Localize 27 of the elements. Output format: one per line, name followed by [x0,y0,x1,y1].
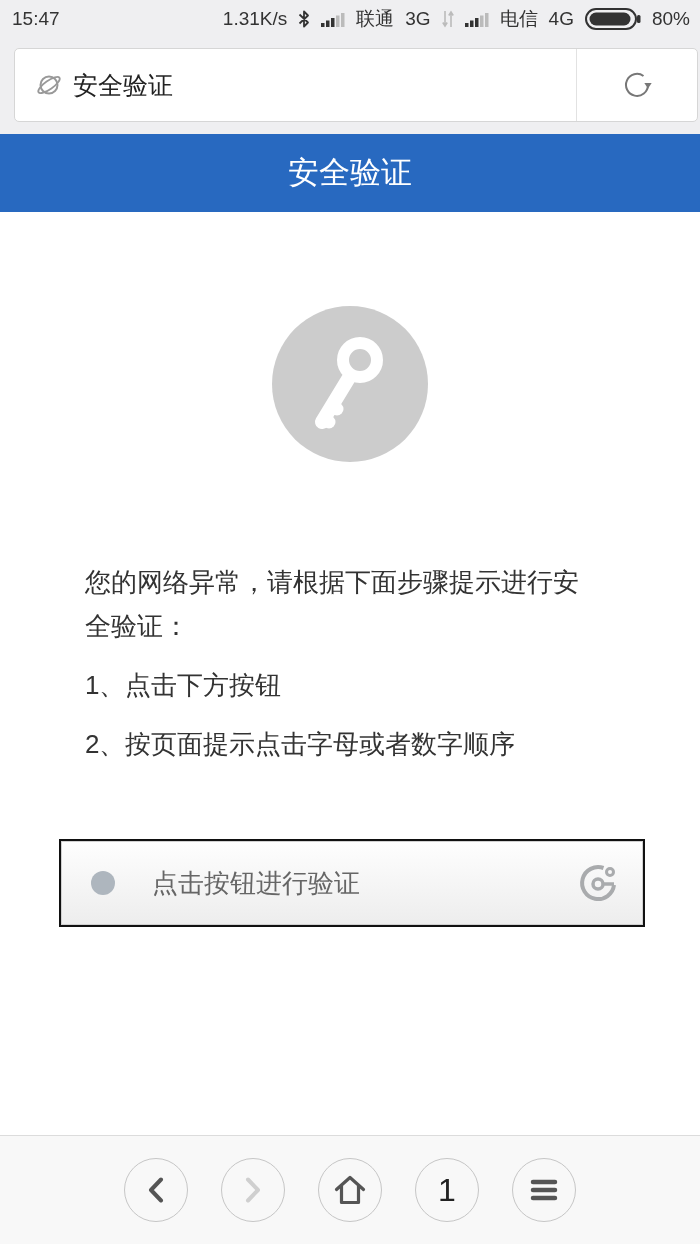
chevron-left-icon [148,1177,164,1203]
signal-icon [321,11,346,27]
battery-percent: 80% [651,8,690,30]
step-text: 2、按页面提示点击字母或者数字顺序 [85,728,517,761]
data-arrows-icon [441,10,454,28]
logo-icon [578,863,618,903]
bluetooth-icon [298,9,311,29]
network-type: 4G [548,8,574,30]
signal-icon [464,11,489,27]
status-time: 15:47 [12,8,60,30]
carrier-name: 联通 [356,7,395,31]
home-icon [334,1175,366,1205]
verify-button[interactable]: 点击按钮进行验证 [59,839,645,927]
network-speed: 1.31K/s [222,8,288,30]
step-text: 1、点击下方按钮 [85,669,283,702]
dot-icon [91,871,115,895]
address-bar[interactable]: 安全验证 [14,48,698,122]
network-type: 3G [405,8,431,30]
page-title: 安全验证 [73,69,173,101]
refresh-icon [622,70,652,100]
intro-text: 您的网络异常，请根据下面步骤提示进行安全验证： [85,566,580,643]
header-title: 安全验证 [288,154,412,192]
menu-icon [530,1179,558,1201]
battery-icon [584,8,641,30]
key-icon [272,306,428,462]
carrier-name: 电信 [499,7,538,31]
chevron-right-icon [245,1177,261,1203]
